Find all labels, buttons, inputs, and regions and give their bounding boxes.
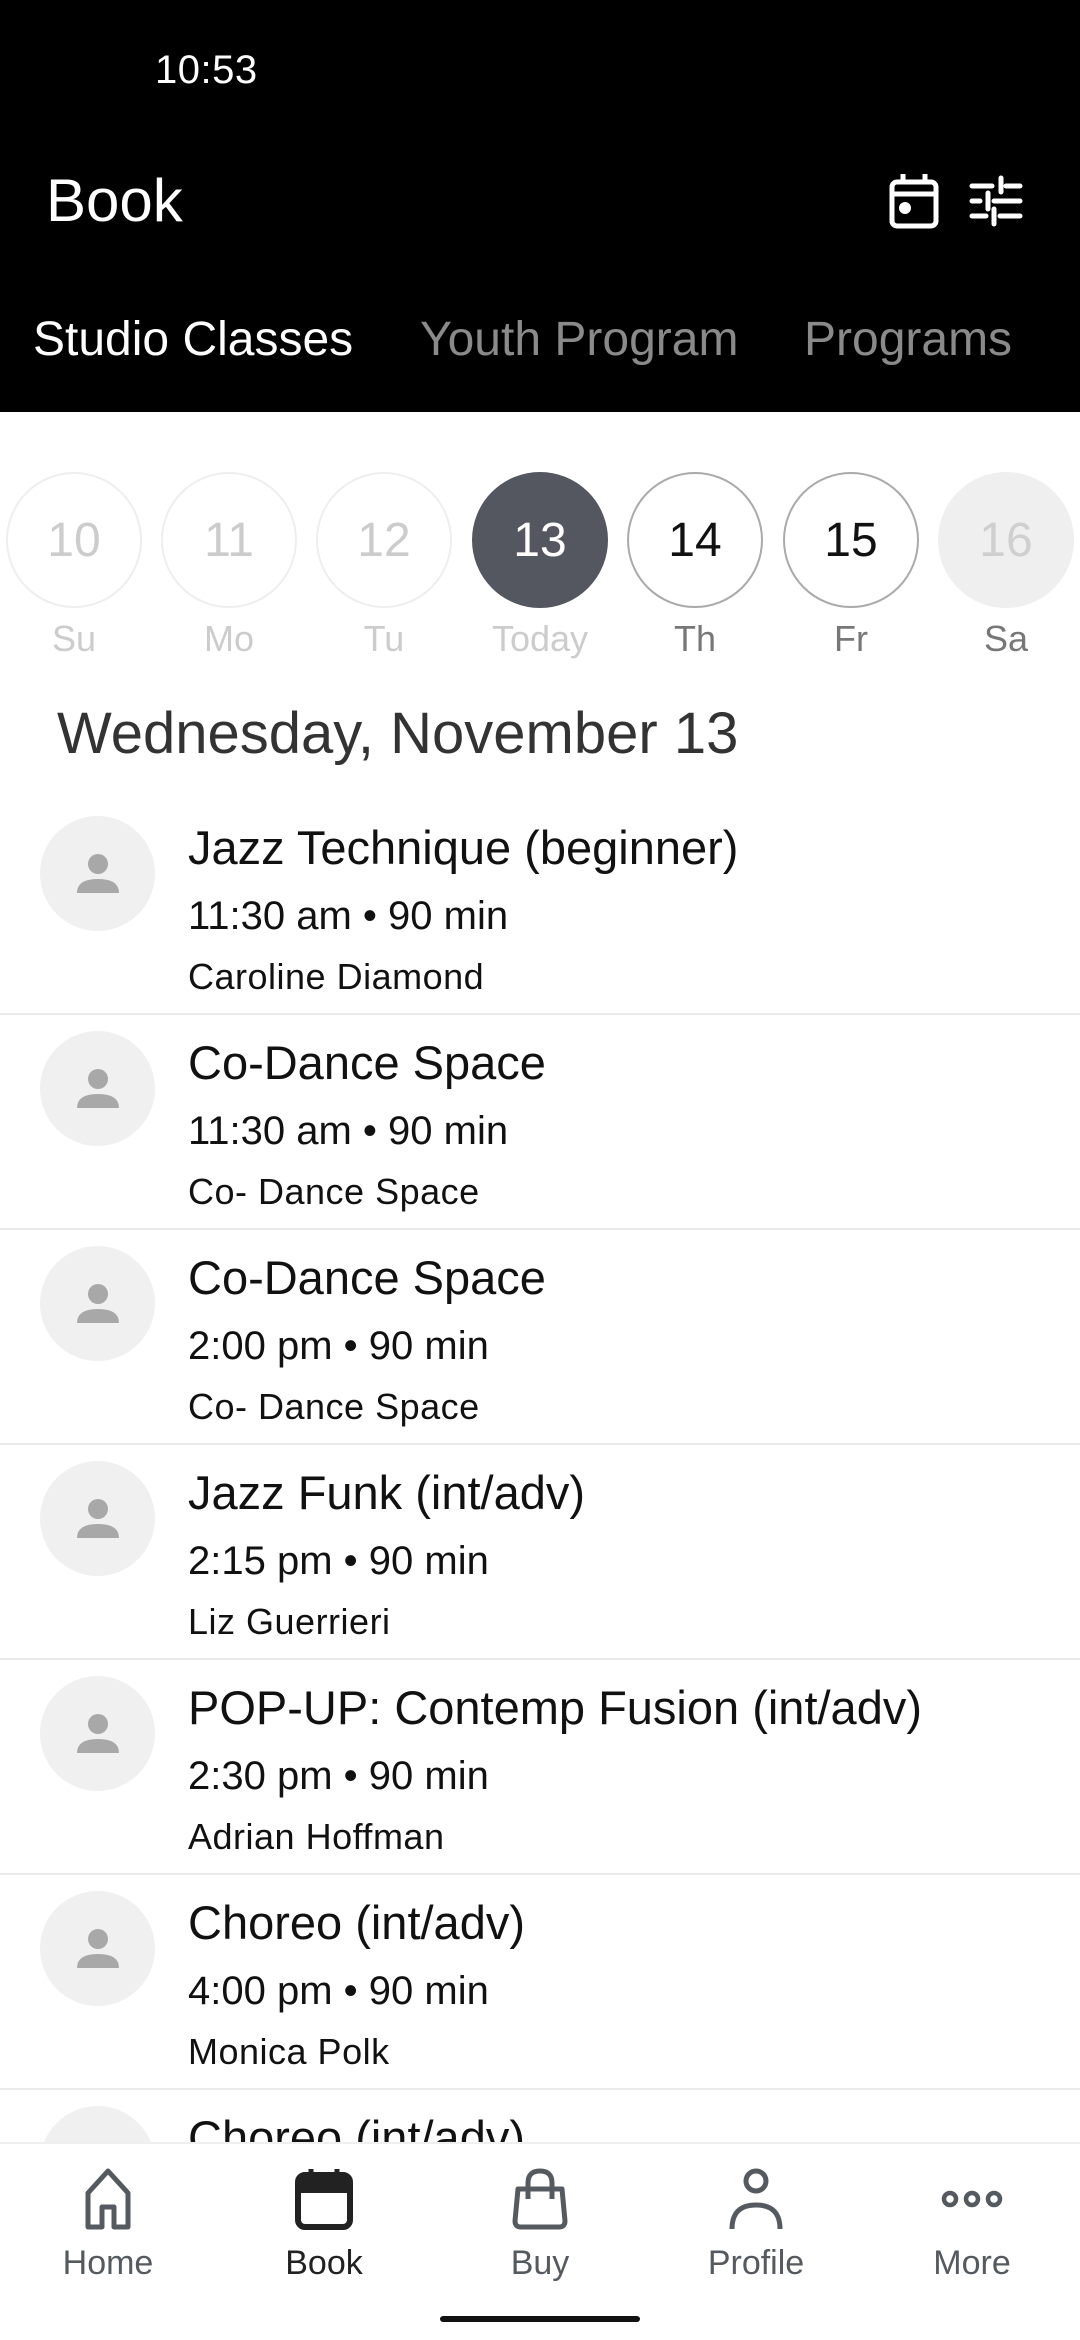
day-14[interactable]: 14 Th xyxy=(627,472,763,660)
filter-sliders-icon[interactable] xyxy=(966,170,1026,232)
day-number: 15 xyxy=(783,472,919,608)
day-label: Mo xyxy=(203,618,254,659)
class-list-item[interactable]: Choreo (int/adv) 4:00 pm • 90 min Monica… xyxy=(0,1875,1080,2090)
day-label: Today xyxy=(491,618,589,659)
class-time: 2:30 pm • 90 min xyxy=(188,1754,489,1798)
nav-label: Buy xyxy=(510,2244,570,2282)
nav-label: More xyxy=(933,2244,1011,2282)
nav-label: Profile xyxy=(707,2244,805,2282)
person-placeholder-icon xyxy=(76,1713,119,1753)
status-bar-time: 10:53 xyxy=(155,48,258,92)
nav-buy[interactable]: Buy xyxy=(432,2164,648,2283)
day-12[interactable]: 12 Tu xyxy=(316,472,452,660)
class-list-item[interactable]: POP-UP: Contemp Fusion (int/adv) 2:30 pm… xyxy=(0,1660,1080,1875)
class-name: POP-UP: Contemp Fusion (int/adv) xyxy=(188,1681,922,1734)
day-10[interactable]: 10 Su xyxy=(6,472,142,660)
more-dots-icon xyxy=(941,2190,1003,2208)
avatar xyxy=(40,1676,155,1791)
class-list-item[interactable]: Co-Dance Space 11:30 am • 90 min Co- Dan… xyxy=(0,1015,1080,1230)
nav-book[interactable]: Book xyxy=(216,2164,432,2283)
class-list-item[interactable]: Jazz Technique (beginner) 11:30 am • 90 … xyxy=(0,800,1080,1015)
day-label: Su xyxy=(51,618,97,659)
date-strip: 10 Su 11 Mo 12 Tu 13 Today 14 Th 15 Fr 1… xyxy=(0,472,1080,672)
tab-programs[interactable]: Programs xyxy=(804,312,1012,367)
class-list-item[interactable]: Jazz Funk (int/adv) 2:15 pm • 90 min Liz… xyxy=(0,1445,1080,1660)
class-instructor: Liz Guerrieri xyxy=(188,1601,391,1642)
class-name: Co-Dance Space xyxy=(188,1251,546,1304)
day-number: 10 xyxy=(6,472,142,608)
day-label: Th xyxy=(673,618,716,659)
class-name: Jazz Funk (int/adv) xyxy=(188,1466,586,1519)
nav-label: Home xyxy=(62,2244,154,2282)
day-number: 16 xyxy=(938,472,1074,608)
nav-home[interactable]: Home xyxy=(0,2164,216,2283)
selected-date-heading: Wednesday, November 13 xyxy=(57,701,739,766)
category-tabs: Studio Classes Youth Program Programs xyxy=(0,312,1080,382)
avatar xyxy=(40,1246,155,1361)
person-icon xyxy=(729,2168,783,2230)
calendar-icon xyxy=(295,2169,353,2230)
day-16[interactable]: 16 Sa xyxy=(938,472,1074,660)
class-time: 11:30 am • 90 min xyxy=(188,894,509,938)
nav-profile[interactable]: Profile xyxy=(648,2164,864,2283)
class-list-item[interactable]: Co-Dance Space 2:00 pm • 90 min Co- Danc… xyxy=(0,1230,1080,1445)
home-indicator[interactable] xyxy=(440,2316,640,2322)
class-name: Choreo (int/adv) xyxy=(188,1896,525,1949)
person-placeholder-icon xyxy=(76,1068,119,1108)
app-header: 10:53 Book Studio Classes Youth Program … xyxy=(0,0,1080,412)
class-instructor: Co- Dance Space xyxy=(188,1386,480,1427)
day-number: 13 xyxy=(472,472,608,608)
nav-label: Book xyxy=(285,2244,363,2282)
class-name: Jazz Technique (beginner) xyxy=(188,821,739,874)
class-instructor: Caroline Diamond xyxy=(188,956,485,997)
class-name: Co-Dance Space xyxy=(188,1036,546,1089)
person-placeholder-icon xyxy=(76,1283,119,1323)
bottom-navigation: Home Book Buy Profile More xyxy=(0,2142,1080,2340)
home-icon xyxy=(85,2168,131,2230)
day-label: Tu xyxy=(363,618,405,659)
avatar xyxy=(40,1891,155,2006)
page-title: Book xyxy=(46,167,183,234)
class-time: 2:15 pm • 90 min xyxy=(188,1539,489,1583)
calendar-icon[interactable] xyxy=(884,170,944,232)
day-15[interactable]: 15 Fr xyxy=(783,472,919,660)
avatar xyxy=(40,816,155,931)
class-time: 2:00 pm • 90 min xyxy=(188,1324,489,1368)
avatar xyxy=(40,1031,155,1146)
class-time: 4:00 pm • 90 min xyxy=(188,1969,489,2013)
day-number: 11 xyxy=(161,472,297,608)
day-11[interactable]: 11 Mo xyxy=(161,472,297,660)
person-placeholder-icon xyxy=(76,853,119,893)
tab-studio-classes[interactable]: Studio Classes xyxy=(33,312,353,367)
person-placeholder-icon xyxy=(76,1928,119,1968)
shopping-bag-icon xyxy=(512,2168,568,2230)
nav-more[interactable]: More xyxy=(864,2164,1080,2283)
person-placeholder-icon xyxy=(76,1498,119,1538)
day-label: Sa xyxy=(983,618,1029,659)
day-number: 14 xyxy=(627,472,763,608)
class-instructor: Co- Dance Space xyxy=(188,1171,480,1212)
class-instructor: Adrian Hoffman xyxy=(188,1816,445,1857)
day-label: Fr xyxy=(834,618,868,659)
tab-youth-program[interactable]: Youth Program xyxy=(420,312,738,367)
class-list: Jazz Technique (beginner) 11:30 am • 90 … xyxy=(0,800,1080,2305)
class-time: 11:30 am • 90 min xyxy=(188,1109,509,1153)
day-13-today[interactable]: 13 Today xyxy=(472,472,608,660)
day-number: 12 xyxy=(316,472,452,608)
class-instructor: Monica Polk xyxy=(188,2031,390,2072)
avatar xyxy=(40,1461,155,1576)
